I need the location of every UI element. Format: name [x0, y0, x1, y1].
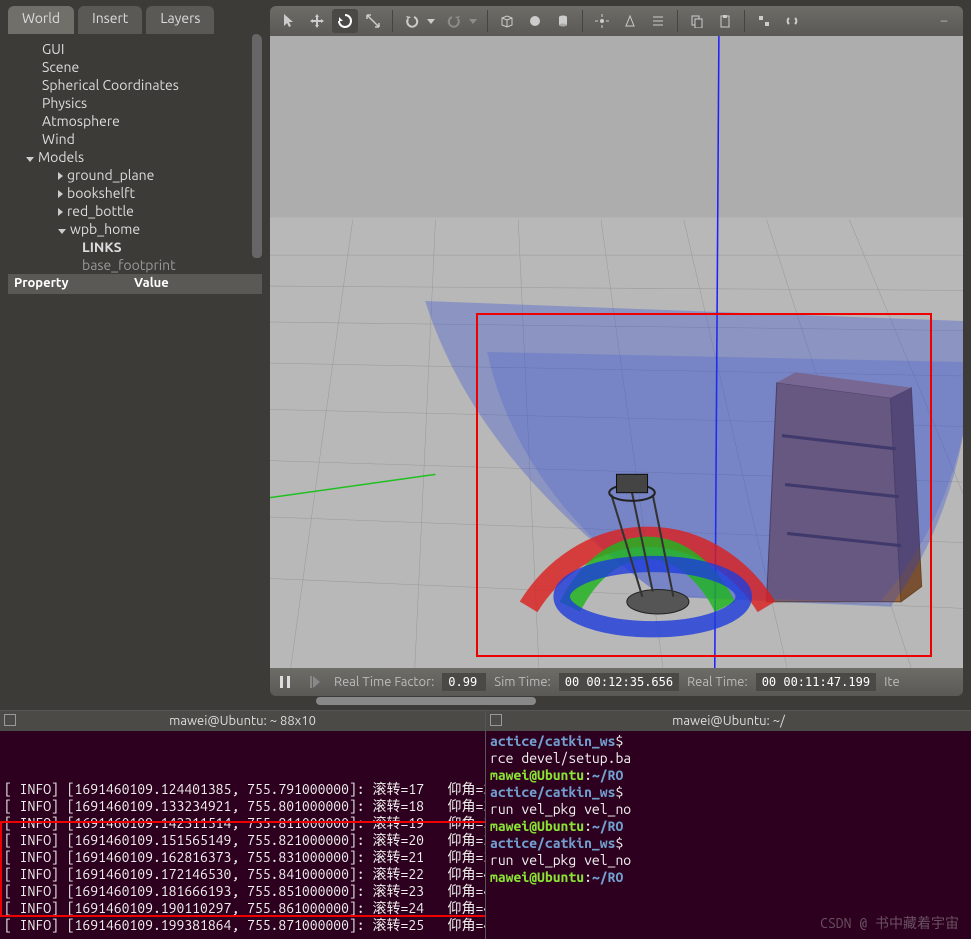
- world-tree: GUI Scene Spherical Coordinates Physics …: [8, 34, 262, 274]
- status-bar: Real Time Factor: 0.99 Sim Time: 00 00:1…: [270, 668, 963, 696]
- log-line: run vel_pkg vel_no: [490, 852, 967, 869]
- tree-wind[interactable]: Wind: [14, 130, 258, 148]
- toolbar: –: [270, 6, 963, 36]
- arrow-button[interactable]: [276, 9, 302, 33]
- tree-base-footprint[interactable]: base_footprint: [14, 256, 258, 274]
- log-line: actice/catkin_ws$: [490, 835, 967, 852]
- tab-layers[interactable]: Layers: [146, 6, 214, 34]
- caret-down-icon: [58, 229, 66, 234]
- annotation-box-terminal: [0, 821, 485, 917]
- property-header: Property Value: [8, 274, 262, 294]
- redo-button[interactable]: [441, 9, 467, 33]
- rotate-button[interactable]: [332, 9, 358, 33]
- tree-scrollbar[interactable]: [252, 34, 262, 258]
- copy-button[interactable]: [684, 9, 710, 33]
- cylinder-button[interactable]: [550, 9, 576, 33]
- caret-down-icon: [26, 157, 34, 162]
- sphere-button[interactable]: [522, 9, 548, 33]
- tree-ground-plane[interactable]: ground_plane: [14, 166, 258, 184]
- translate-button[interactable]: [304, 9, 330, 33]
- realtime-label: Real Time:: [687, 675, 748, 689]
- tree-gui[interactable]: GUI: [14, 40, 258, 58]
- log-line: [ INFO] [1691460109.133234921, 755.80100…: [4, 798, 481, 815]
- col-value: Value: [128, 274, 175, 294]
- log-line: [ INFO] [1691460109.199381864, 755.87100…: [4, 917, 481, 934]
- tree-physics[interactable]: Physics: [14, 94, 258, 112]
- caret-right-icon: [58, 172, 63, 180]
- tree-wpb-home[interactable]: wpb_home: [14, 220, 258, 238]
- tree-links[interactable]: LINKS: [14, 238, 258, 256]
- log-line: actice/catkin_ws$: [490, 733, 967, 750]
- toolbar-minus[interactable]: –: [931, 9, 957, 33]
- redo-dropdown[interactable]: [469, 9, 481, 33]
- annotation-box-scene: [476, 313, 932, 657]
- watermark: CSDN @ 书中藏着宇宙: [820, 913, 959, 933]
- rtf-value: 0.99: [442, 673, 486, 691]
- terminal-icon: [4, 714, 16, 726]
- iterations-label: Ite: [884, 675, 900, 689]
- tab-world[interactable]: World: [8, 6, 74, 34]
- log-line: mawei@Ubuntu:~/RO: [490, 818, 967, 835]
- tab-bar: World Insert Layers: [8, 6, 262, 34]
- col-property: Property: [8, 274, 128, 294]
- tree-atmosphere[interactable]: Atmosphere: [14, 112, 258, 130]
- simtime-value: 00 00:12:35.656: [559, 673, 679, 691]
- y-axis: [270, 474, 435, 505]
- log-line: rce devel/setup.ba: [490, 750, 967, 767]
- box-button[interactable]: [494, 9, 520, 33]
- undo-dropdown[interactable]: [427, 9, 439, 33]
- caret-right-icon: [58, 208, 63, 216]
- terminal-left[interactable]: mawei@Ubuntu: ~ 88x10 [ INFO] [169146010…: [0, 711, 485, 939]
- simtime-label: Sim Time:: [494, 675, 550, 689]
- snap-button[interactable]: [751, 9, 777, 33]
- rtf-label: Real Time Factor:: [334, 675, 434, 689]
- 3d-viewport[interactable]: [270, 36, 963, 668]
- tree-bookshelft[interactable]: bookshelft: [14, 184, 258, 202]
- paste-button[interactable]: [712, 9, 738, 33]
- log-line: mawei@Ubuntu:~/RO: [490, 869, 967, 886]
- scale-button[interactable]: [360, 9, 386, 33]
- step-button[interactable]: [304, 672, 326, 692]
- screenshot-button[interactable]: [779, 9, 805, 33]
- tab-insert[interactable]: Insert: [78, 6, 142, 34]
- terminal-right-title: mawei@Ubuntu: ~/: [486, 711, 971, 731]
- directional-light-button[interactable]: [645, 9, 671, 33]
- log-line: run vel_pkg vel_no: [490, 801, 967, 818]
- terminal-icon: [490, 714, 502, 726]
- undo-button[interactable]: [399, 9, 425, 33]
- log-line: [ INFO] [1691460109.124401385, 755.79100…: [4, 781, 481, 798]
- tree-scene[interactable]: Scene: [14, 58, 258, 76]
- tree-spherical[interactable]: Spherical Coordinates: [14, 76, 258, 94]
- tree-models[interactable]: Models: [14, 148, 258, 166]
- caret-right-icon: [58, 190, 63, 198]
- terminal-right[interactable]: mawei@Ubuntu: ~/ actice/catkin_ws$rce de…: [485, 711, 971, 939]
- pause-button[interactable]: [274, 672, 296, 692]
- status-scrollbar[interactable]: [270, 696, 963, 706]
- realtime-value: 00 00:11:47.199: [756, 673, 876, 691]
- log-line: mawei@Ubuntu:~/RO: [490, 767, 967, 784]
- point-light-button[interactable]: [589, 9, 615, 33]
- log-line: actice/catkin_ws$: [490, 784, 967, 801]
- spot-light-button[interactable]: [617, 9, 643, 33]
- terminal-left-title: mawei@Ubuntu: ~ 88x10: [0, 711, 485, 731]
- tree-red-bottle[interactable]: red_bottle: [14, 202, 258, 220]
